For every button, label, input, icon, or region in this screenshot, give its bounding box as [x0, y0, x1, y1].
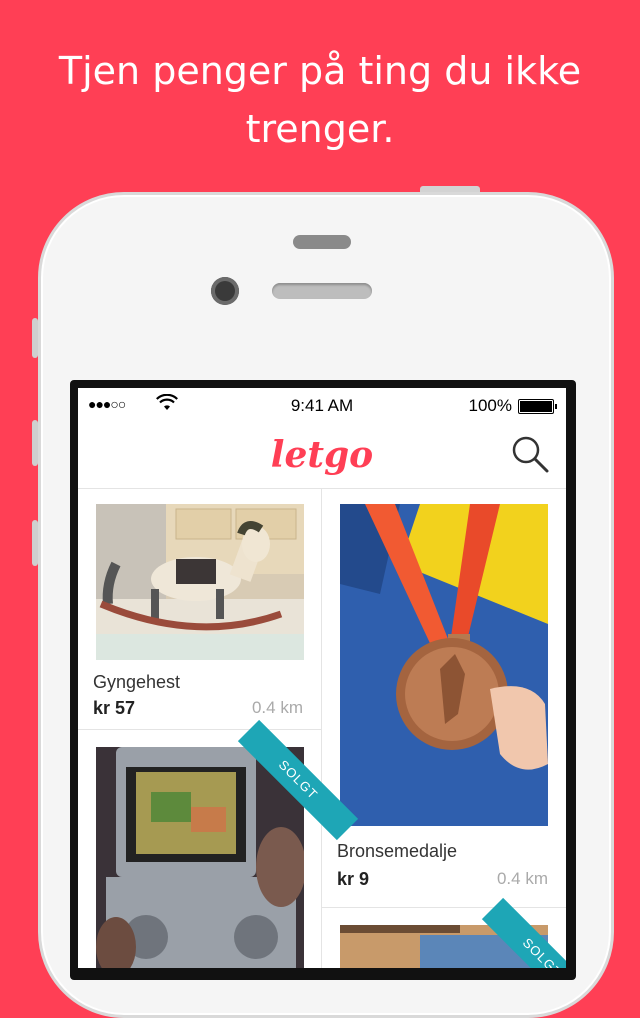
- listing-card[interactable]: Bronsemedalje kr 9 0.4 km: [322, 489, 566, 907]
- phone-volume-down: [32, 520, 38, 566]
- promo-headline: Tjen penger på ting du ikke trenger.: [40, 42, 600, 158]
- listing-image-game-console: [96, 747, 304, 968]
- letgo-logo: letgo: [270, 434, 374, 476]
- battery-icon: [518, 399, 557, 414]
- app-screen: ●●●○○ 9:41 AM 100% letgo Gyngehest kr 57…: [78, 388, 566, 968]
- listing-distance: 0.4 km: [251, 698, 303, 717]
- listing-card[interactable]: Gyngehest kr 57 0.4 km: [78, 489, 321, 729]
- listing-price: kr 9: [337, 869, 370, 889]
- app-navbar: letgo: [78, 424, 566, 489]
- listing-title: Bronsemedalje: [337, 841, 458, 861]
- listing-card[interactable]: SOLGT: [322, 897, 566, 968]
- listing-card[interactable]: SOLGT: [78, 719, 359, 968]
- phone-speaker: [272, 283, 372, 299]
- battery-percentage: 100%: [468, 396, 512, 415]
- phone-volume-up: [32, 420, 38, 466]
- listing-image-bronze-medal: [340, 504, 548, 826]
- front-camera: [211, 277, 239, 305]
- promo-headline-line2: trenger.: [245, 107, 395, 151]
- status-bar: ●●●○○ 9:41 AM 100%: [78, 388, 566, 424]
- phone-sensor: [293, 235, 351, 249]
- listing-distance: 0.4 km: [496, 869, 548, 888]
- search-icon[interactable]: [510, 434, 550, 474]
- promo-headline-line1: Tjen penger på ting du ikke: [58, 49, 582, 93]
- phone-mute-switch: [32, 318, 38, 358]
- listing-image-rocking-horse: [96, 504, 304, 660]
- listing-price: kr 57: [93, 698, 136, 718]
- listing-title: Gyngehest: [93, 672, 181, 692]
